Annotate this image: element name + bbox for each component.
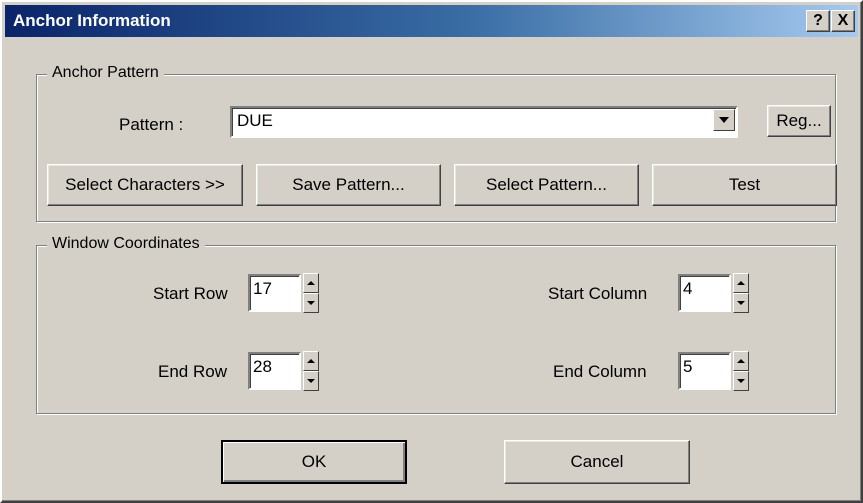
arrow-up-icon bbox=[737, 359, 745, 363]
window-coordinates-group: Window Coordinates Start Row 17 Start Co… bbox=[36, 235, 836, 414]
end-column-decrement[interactable] bbox=[733, 371, 749, 391]
end-column-spinner[interactable] bbox=[733, 351, 749, 391]
anchor-pattern-group-title: Anchor Pattern bbox=[47, 64, 164, 82]
start-column-value: 4 bbox=[683, 279, 693, 298]
start-row-increment[interactable] bbox=[303, 273, 319, 293]
end-column-increment[interactable] bbox=[733, 351, 749, 371]
end-row-label: End Row bbox=[158, 362, 227, 381]
end-row-decrement[interactable] bbox=[303, 371, 319, 391]
start-column-label: Start Column bbox=[548, 284, 648, 303]
arrow-down-icon bbox=[737, 301, 745, 305]
start-row-label: Start Row bbox=[153, 284, 228, 303]
end-column-value: 5 bbox=[683, 357, 693, 376]
pattern-dropdown-button[interactable] bbox=[713, 109, 735, 131]
select-pattern-button[interactable]: Select Pattern... bbox=[454, 164, 639, 206]
arrow-down-icon bbox=[307, 379, 315, 383]
pattern-label: Pattern : bbox=[119, 115, 184, 134]
anchor-pattern-group: Anchor Pattern Pattern : DUE Reg... Sele… bbox=[36, 64, 837, 222]
close-button[interactable]: X bbox=[831, 10, 855, 32]
pattern-value: DUE bbox=[237, 111, 273, 130]
start-column-increment[interactable] bbox=[733, 273, 749, 293]
arrow-up-icon bbox=[307, 281, 315, 285]
end-column-input[interactable]: 5 bbox=[678, 352, 731, 390]
save-pattern-button[interactable]: Save Pattern... bbox=[256, 164, 441, 206]
start-row-decrement[interactable] bbox=[303, 293, 319, 313]
pattern-combobox[interactable]: DUE bbox=[230, 106, 738, 138]
arrow-up-icon bbox=[737, 281, 745, 285]
start-column-input[interactable]: 4 bbox=[678, 274, 731, 312]
cancel-button[interactable]: Cancel bbox=[504, 440, 690, 484]
chevron-down-icon bbox=[719, 117, 729, 123]
arrow-down-icon bbox=[307, 301, 315, 305]
start-row-spinner[interactable] bbox=[303, 273, 319, 313]
arrow-up-icon bbox=[307, 359, 315, 363]
start-row-value: 17 bbox=[253, 279, 272, 298]
start-row-input[interactable]: 17 bbox=[248, 274, 301, 312]
start-column-decrement[interactable] bbox=[733, 293, 749, 313]
end-row-spinner[interactable] bbox=[303, 351, 319, 391]
help-button[interactable]: ? bbox=[806, 10, 830, 32]
end-row-input[interactable]: 28 bbox=[248, 352, 301, 390]
end-row-value: 28 bbox=[253, 357, 272, 376]
test-button[interactable]: Test bbox=[652, 164, 837, 206]
arrow-down-icon bbox=[737, 379, 745, 383]
window-coordinates-group-title: Window Coordinates bbox=[47, 235, 205, 253]
reg-button[interactable]: Reg... bbox=[767, 105, 831, 137]
start-column-spinner[interactable] bbox=[733, 273, 749, 313]
anchor-information-dialog: Anchor Information ? X Anchor Pattern Pa… bbox=[0, 0, 863, 503]
title-bar: Anchor Information ? X bbox=[5, 5, 858, 37]
end-column-label: End Column bbox=[553, 362, 647, 381]
end-row-increment[interactable] bbox=[303, 351, 319, 371]
ok-button[interactable]: OK bbox=[221, 440, 407, 484]
window-title: Anchor Information bbox=[13, 11, 171, 30]
select-characters-button[interactable]: Select Characters >> bbox=[47, 164, 243, 206]
